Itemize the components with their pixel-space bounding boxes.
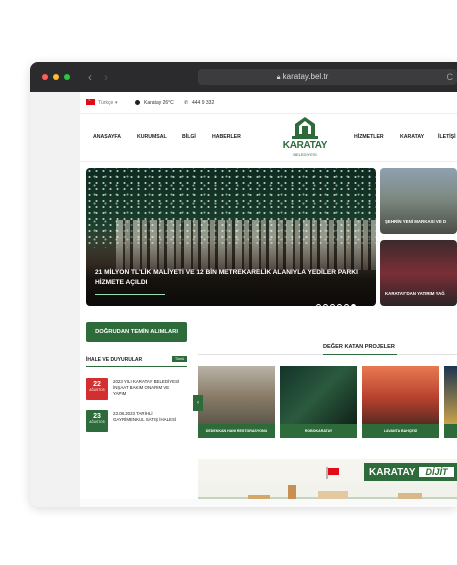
nav-item-iletisim[interactable]: İLETİŞİ	[438, 134, 456, 140]
side-news-card[interactable]: KARATAY'DAN YATIRIM YAĞ	[380, 240, 457, 306]
nav-item-kurumsal[interactable]: KURUMSAL	[137, 134, 167, 140]
turkey-flag-icon	[86, 97, 95, 105]
chevron-down-icon: ▾	[115, 100, 118, 106]
logo-subtitle: BELEDİYESİ	[293, 152, 317, 157]
project-card[interactable]: DEDEKKAN HANI RESTORASYONU	[198, 366, 275, 438]
nav-item-bilgi[interactable]: BİLGİ	[182, 134, 196, 140]
announcements-all-button[interactable]: Tümü	[172, 356, 188, 362]
footer-area	[80, 499, 457, 507]
language-selector[interactable]: Türkçe	[98, 100, 113, 106]
slider-pagination	[316, 296, 358, 306]
minimize-window-button[interactable]	[53, 74, 59, 80]
close-window-button[interactable]	[42, 74, 48, 80]
announcement-month: AĞUSTOS	[89, 388, 105, 392]
slider-dot-active[interactable]	[351, 304, 356, 306]
project-caption: ROBOKARATAY	[280, 424, 357, 438]
back-arrow-icon[interactable]: ‹	[88, 70, 92, 84]
project-card[interactable]: ROBOKARATAY	[280, 366, 357, 438]
project-image	[362, 366, 439, 424]
slider-dot[interactable]	[344, 304, 349, 306]
slider-dot[interactable]	[316, 304, 321, 306]
announcement-date-badge: 23 AĞUSTOS	[86, 410, 108, 432]
turkey-flag-icon	[326, 467, 339, 479]
side-news-card[interactable]: ŞEHRİN YENİ MARKASI VE D	[380, 168, 457, 234]
project-caption: LAVANTA BAHÇESİ	[362, 424, 439, 438]
nav-item-anasayfa[interactable]: ANASAYFA	[93, 134, 121, 140]
maximize-window-button[interactable]	[64, 74, 70, 80]
mosque-emblem-icon	[292, 117, 318, 139]
side-news-caption: KARATAY'DAN YATIRIM YAĞ	[385, 291, 445, 296]
karatay-logo[interactable]: KARATAY BELEDİYESİ	[280, 116, 330, 162]
project-card-partial[interactable]	[444, 366, 457, 438]
announcement-day: 22	[93, 381, 101, 388]
hero-underline	[95, 294, 165, 295]
side-news-caption: ŞEHRİN YENİ MARKASI VE D	[385, 219, 447, 224]
hero-title[interactable]: 21 MİLYON TL'LİK MALİYETİ VE 12 BİN METR…	[95, 268, 375, 288]
projects-tab[interactable]: DEĞER KATAN PROJELER	[323, 344, 395, 350]
project-card[interactable]: LAVANTA BAHÇESİ	[362, 366, 439, 438]
project-image	[280, 366, 357, 424]
carousel-prev-button[interactable]: ‹	[193, 395, 203, 411]
project-image	[198, 366, 275, 424]
announcement-text[interactable]: 23.08.2023 TARİHLİ GAYRİMENKUL SATIŞ İHA…	[113, 411, 183, 423]
procurement-button[interactable]: DOĞRUDAN TEMİN ALIMLARI	[86, 322, 187, 342]
announcement-month: AĞUSTOS	[89, 420, 105, 424]
weather-icon	[135, 100, 140, 105]
weather-text: Karatay 26°C	[144, 100, 174, 106]
browser-window: ‹ › 🔒︎ karatay.bel.tr C Türkçe ▾ Karatay…	[30, 62, 457, 507]
banner-brand: KARATAY DİJİT	[364, 463, 457, 481]
main-navigation: ANASAYFA KURUMSAL BİLGİ HABERLER KARATAY…	[80, 114, 457, 162]
address-url: karatay.bel.tr	[282, 72, 329, 81]
announcement-date-badge: 22 AĞUSTOS	[86, 378, 108, 400]
announcement-text[interactable]: 2023 YILI KARATAY BELEDİYESİ İNŞAAT BAKI…	[113, 379, 183, 396]
lock-icon: 🔒︎	[276, 74, 281, 81]
forward-arrow-icon[interactable]: ›	[104, 70, 108, 84]
nav-item-hizmetler[interactable]: HİZMETLER	[354, 134, 384, 140]
browser-toolbar: ‹ › 🔒︎ karatay.bel.tr C	[30, 62, 457, 92]
banner-brand-word: DİJİT	[419, 467, 454, 477]
project-caption: DEDEKKAN HANI RESTORASYONU	[198, 424, 275, 438]
top-utility-bar: Türkçe ▾ Karatay 26°C ✆ 444 9 332	[80, 92, 457, 114]
announcement-day: 23	[93, 413, 101, 420]
phone-number[interactable]: 444 9 332	[192, 100, 214, 106]
nav-item-haberler[interactable]: HABERLER	[212, 134, 241, 140]
address-bar[interactable]: 🔒︎ karatay.bel.tr C	[198, 69, 457, 85]
slider-dot[interactable]	[337, 304, 342, 306]
logo-name: KARATAY	[282, 140, 328, 151]
slider-dot[interactable]	[330, 304, 335, 306]
phone-icon: ✆	[184, 100, 189, 106]
reload-icon[interactable]: C	[447, 69, 454, 85]
project-image	[444, 366, 457, 424]
projects-tab-underline	[323, 354, 397, 355]
banner-brand-name: KARATAY	[369, 467, 416, 478]
nav-item-karatay[interactable]: KARATAY	[400, 134, 424, 140]
project-caption-partial	[444, 424, 457, 438]
slider-dot[interactable]	[323, 304, 328, 306]
web-page: Türkçe ▾ Karatay 26°C ✆ 444 9 332 ANASAY…	[80, 92, 457, 507]
hero-slider[interactable]: 21 MİLYON TL'LİK MALİYETİ VE 12 BİN METR…	[86, 168, 376, 306]
section-divider	[86, 366, 187, 367]
announcements-title: İHALE VE DUYURULAR	[86, 357, 143, 363]
